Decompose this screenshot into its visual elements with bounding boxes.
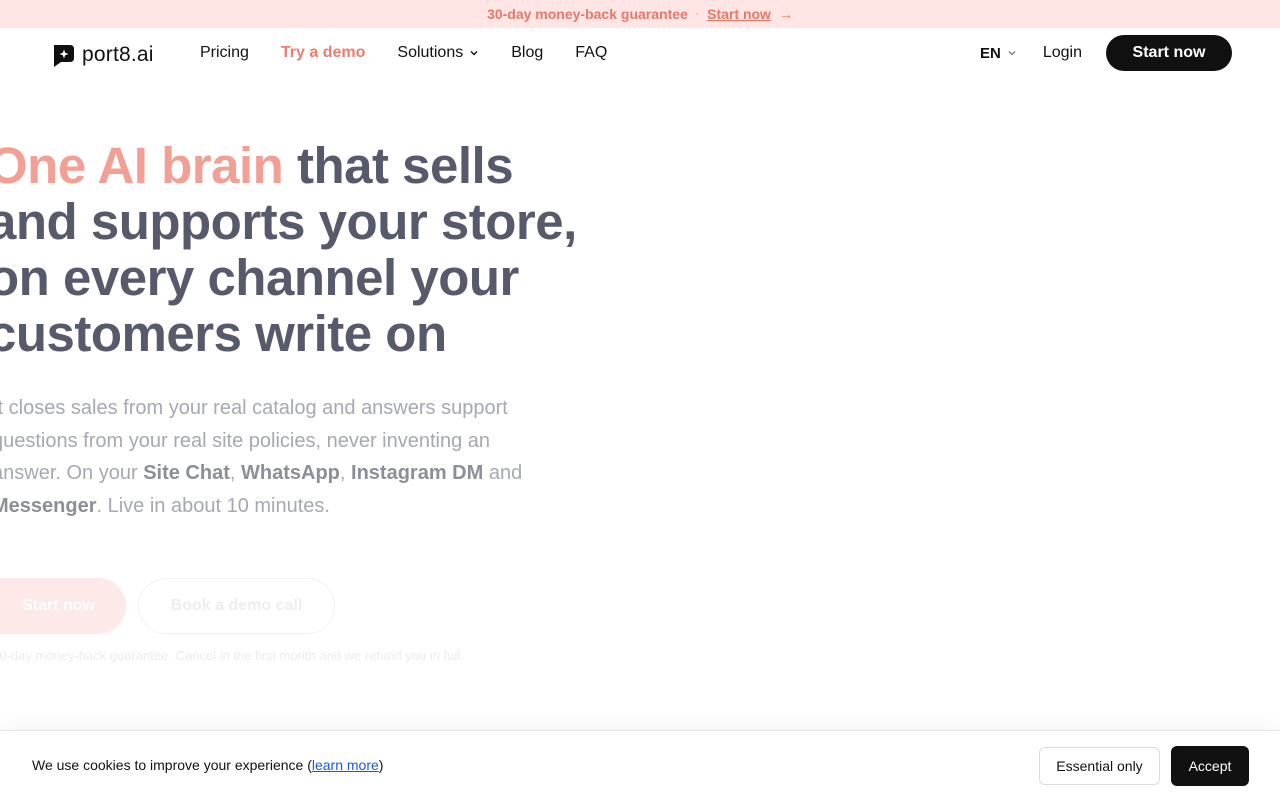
login-link[interactable]: Login xyxy=(1043,44,1082,62)
language-label: EN xyxy=(980,44,1001,62)
promo-text: 30-day money-back guarantee xyxy=(487,6,688,22)
channel-messenger: Messenger xyxy=(0,494,97,517)
chevron-down-icon xyxy=(470,51,478,56)
headline-line2: and supports your store, xyxy=(0,193,577,250)
accept-button[interactable]: Accept xyxy=(1171,746,1249,786)
headline-line4: customers write on xyxy=(0,305,447,362)
chevron-down-icon xyxy=(1008,51,1016,56)
top-navigation: port8.ai Pricing Try a demo Solutions Bl… xyxy=(0,28,1280,80)
book-demo-button[interactable]: Book a demo call xyxy=(138,578,335,634)
nav-try-demo[interactable]: Try a demo xyxy=(281,44,365,62)
desc-end: . Live in about 10 minutes. xyxy=(96,494,330,517)
nav-pricing[interactable]: Pricing xyxy=(200,44,249,62)
learn-more-link[interactable]: learn more xyxy=(312,757,379,773)
nav-solutions[interactable]: Solutions xyxy=(397,44,479,62)
hero-headline: One AI brain that sells and supports you… xyxy=(0,138,588,362)
promo-banner: 30-day money-back guarantee · Start now … xyxy=(0,0,1280,28)
headline-line1-rest: that sells xyxy=(283,137,514,194)
hero-start-now-button[interactable]: Start now xyxy=(0,578,126,634)
channel-site-chat: Site Chat xyxy=(143,462,230,484)
channel-whatsapp: WhatsApp xyxy=(241,462,340,484)
arrow-right-icon: → xyxy=(778,6,793,22)
desc-separator: , xyxy=(339,462,352,484)
cookie-text-after: ) xyxy=(378,757,384,773)
nav-actions: EN Login Start now xyxy=(980,35,1232,71)
cookie-banner: We use cookies to improve your experienc… xyxy=(0,730,1280,800)
hero-section: One AI brain that sells and supports you… xyxy=(0,80,1280,730)
channel-instagram: Instagram DM xyxy=(351,462,484,484)
headline-line3: on every channel your xyxy=(0,249,519,306)
desc-and: and xyxy=(483,462,523,484)
hero-description: It closes sales from your real catalog a… xyxy=(0,392,532,522)
promo-separator: · xyxy=(695,8,700,20)
nav-links: Pricing Try a demo Solutions Blog FAQ xyxy=(200,44,607,62)
nav-solutions-label: Solutions xyxy=(397,44,464,61)
guarantee-note: 30-day money-back guarantee. Cancel in t… xyxy=(0,648,464,663)
nav-blog[interactable]: Blog xyxy=(511,44,543,62)
logo[interactable]: port8.ai xyxy=(50,42,154,68)
language-selector[interactable]: EN xyxy=(980,45,1017,62)
desc-separator: , xyxy=(229,462,241,484)
promo-start-link[interactable]: Start now xyxy=(707,6,771,22)
nav-faq[interactable]: FAQ xyxy=(575,44,607,62)
headline-highlight: One AI brain xyxy=(0,137,284,194)
start-now-button[interactable]: Start now xyxy=(1106,35,1232,71)
essential-only-button[interactable]: Essential only xyxy=(1039,747,1160,785)
logo-icon xyxy=(54,45,74,67)
cookie-message: We use cookies to improve your experienc… xyxy=(32,757,383,773)
logo-text: port8.ai xyxy=(82,43,154,66)
cookie-text-before: We use cookies to improve your experienc… xyxy=(32,757,312,773)
